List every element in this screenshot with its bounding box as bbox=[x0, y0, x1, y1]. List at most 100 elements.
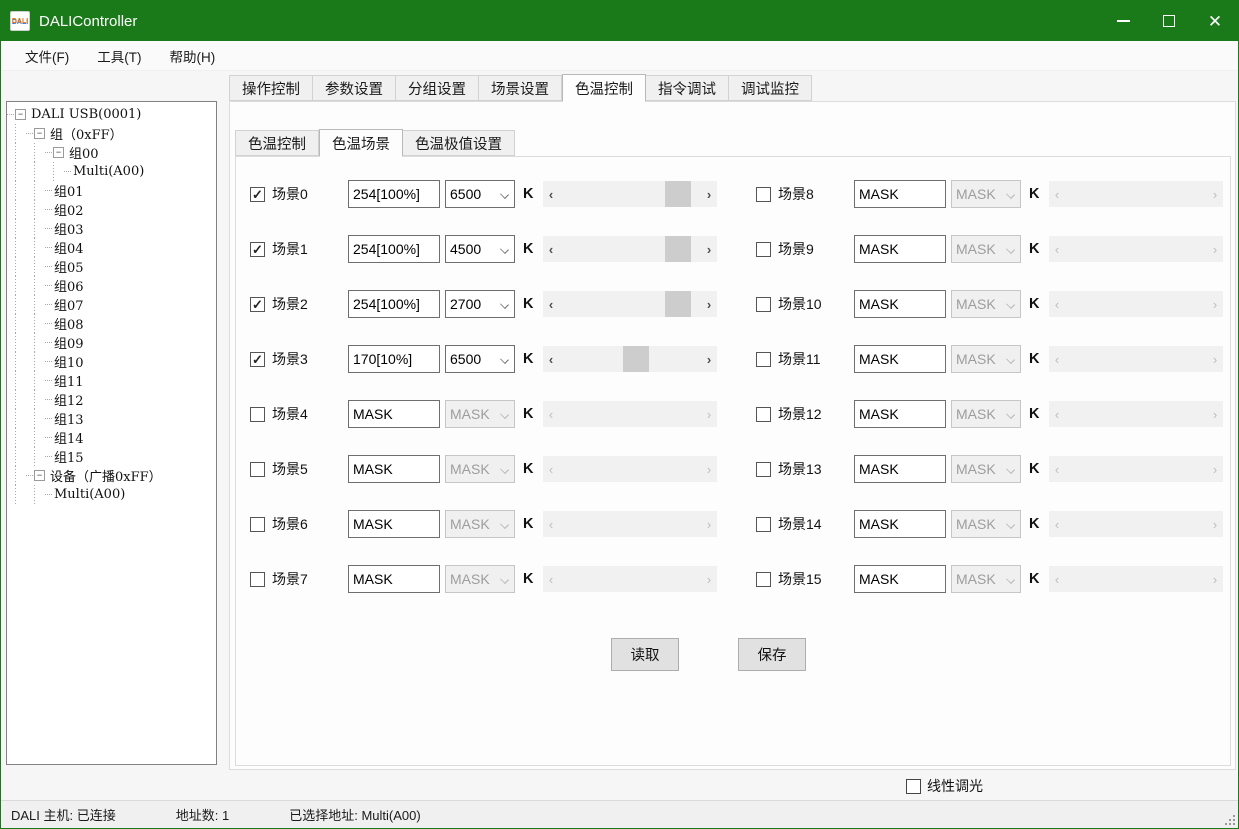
scene-checkbox[interactable] bbox=[250, 462, 265, 477]
scene-level-input[interactable] bbox=[348, 400, 440, 428]
tab-main-6[interactable]: 调试监控 bbox=[729, 75, 812, 101]
scene-temp-scrollbar[interactable]: ‹› bbox=[543, 346, 717, 372]
scene-temp-scrollbar[interactable]: ‹› bbox=[543, 181, 717, 207]
scene-temp-dropdown[interactable]: MASK bbox=[951, 455, 1021, 483]
scene-checkbox[interactable] bbox=[756, 297, 771, 312]
tree-item[interactable]: 组11 bbox=[7, 371, 216, 390]
scene-checkbox[interactable] bbox=[756, 352, 771, 367]
tree-item[interactable]: −DALI USB(0001) bbox=[7, 105, 216, 124]
scene-level-input[interactable] bbox=[854, 235, 946, 263]
maximize-button[interactable] bbox=[1146, 1, 1192, 41]
scene-temp-dropdown[interactable]: MASK bbox=[951, 235, 1021, 263]
tab-sub-2[interactable]: 色温极值设置 bbox=[403, 130, 515, 156]
scroll-right-arrow-icon[interactable]: › bbox=[701, 291, 717, 317]
tree-item[interactable]: 组04 bbox=[7, 238, 216, 257]
tab-main-5[interactable]: 指令调试 bbox=[646, 75, 729, 101]
scene-checkbox[interactable] bbox=[756, 407, 771, 422]
tree-item[interactable]: 组12 bbox=[7, 390, 216, 409]
scroll-left-arrow-icon[interactable]: ‹ bbox=[543, 181, 559, 207]
save-button[interactable]: 保存 bbox=[738, 638, 806, 671]
tree-item[interactable]: Multi(A00) bbox=[7, 162, 216, 181]
tree-expander-icon[interactable]: − bbox=[34, 128, 45, 139]
scene-checkbox[interactable] bbox=[756, 187, 771, 202]
scene-level-input[interactable] bbox=[854, 455, 946, 483]
scene-temp-dropdown[interactable]: 2700 bbox=[445, 290, 515, 318]
tree-item[interactable]: 组05 bbox=[7, 257, 216, 276]
scene-level-input[interactable] bbox=[348, 235, 440, 263]
tree-item[interactable]: −组（0xFF） bbox=[7, 124, 216, 143]
scroll-thumb[interactable] bbox=[665, 181, 691, 207]
scene-level-input[interactable] bbox=[854, 400, 946, 428]
scene-level-input[interactable] bbox=[854, 180, 946, 208]
scene-temp-dropdown[interactable]: MASK bbox=[951, 345, 1021, 373]
scene-level-input[interactable] bbox=[854, 290, 946, 318]
tab-sub-0[interactable]: 色温控制 bbox=[235, 130, 319, 156]
tree-item[interactable]: 组10 bbox=[7, 352, 216, 371]
scroll-left-arrow-icon[interactable]: ‹ bbox=[543, 291, 559, 317]
scene-temp-dropdown[interactable]: MASK bbox=[951, 290, 1021, 318]
scene-level-input[interactable] bbox=[348, 180, 440, 208]
scene-checkbox[interactable] bbox=[756, 517, 771, 532]
tree-item[interactable]: 组15 bbox=[7, 447, 216, 466]
scroll-right-arrow-icon[interactable]: › bbox=[701, 236, 717, 262]
scene-checkbox[interactable] bbox=[250, 407, 265, 422]
scene-level-input[interactable] bbox=[348, 455, 440, 483]
tree-expander-icon[interactable]: − bbox=[53, 147, 64, 158]
tree-item[interactable]: 组02 bbox=[7, 200, 216, 219]
scene-temp-scrollbar[interactable]: ‹› bbox=[543, 291, 717, 317]
tree-item[interactable]: −组00 bbox=[7, 143, 216, 162]
tree-item[interactable]: 组07 bbox=[7, 295, 216, 314]
menu-item-1[interactable]: 工具(T) bbox=[83, 41, 155, 71]
close-button[interactable]: ✕ bbox=[1192, 1, 1238, 41]
scene-temp-dropdown[interactable]: MASK bbox=[445, 400, 515, 428]
scene-checkbox[interactable]: ✓ bbox=[250, 297, 265, 312]
tree-expander-icon[interactable]: − bbox=[15, 109, 26, 120]
scene-level-input[interactable] bbox=[348, 290, 440, 318]
tree-item[interactable]: 组06 bbox=[7, 276, 216, 295]
scene-temp-dropdown[interactable]: 6500 bbox=[445, 345, 515, 373]
scroll-left-arrow-icon[interactable]: ‹ bbox=[543, 236, 559, 262]
tree-item[interactable]: 组13 bbox=[7, 409, 216, 428]
tab-main-3[interactable]: 场景设置 bbox=[479, 75, 562, 101]
scene-temp-dropdown[interactable]: 6500 bbox=[445, 180, 515, 208]
scroll-left-arrow-icon[interactable]: ‹ bbox=[543, 346, 559, 372]
scene-checkbox[interactable] bbox=[756, 242, 771, 257]
linear-dimming-checkbox[interactable] bbox=[906, 779, 921, 794]
tree-item[interactable]: 组09 bbox=[7, 333, 216, 352]
scene-level-input[interactable] bbox=[348, 510, 440, 538]
tree-item[interactable]: Multi(A00) bbox=[7, 485, 216, 504]
scene-level-input[interactable] bbox=[854, 510, 946, 538]
tab-sub-1[interactable]: 色温场景 bbox=[319, 129, 403, 157]
tab-main-1[interactable]: 参数设置 bbox=[313, 75, 396, 101]
scene-temp-dropdown[interactable]: MASK bbox=[445, 510, 515, 538]
tree-expander-icon[interactable]: − bbox=[34, 470, 45, 481]
scene-checkbox[interactable]: ✓ bbox=[250, 352, 265, 367]
scene-level-input[interactable] bbox=[854, 345, 946, 373]
scene-temp-dropdown[interactable]: MASK bbox=[445, 565, 515, 593]
scene-level-input[interactable] bbox=[348, 565, 440, 593]
scroll-right-arrow-icon[interactable]: › bbox=[701, 181, 717, 207]
menu-item-2[interactable]: 帮助(H) bbox=[156, 41, 230, 71]
scene-temp-dropdown[interactable]: MASK bbox=[445, 455, 515, 483]
tree-item[interactable]: 组03 bbox=[7, 219, 216, 238]
scene-checkbox[interactable] bbox=[756, 572, 771, 587]
scroll-thumb[interactable] bbox=[665, 236, 691, 262]
tree-item[interactable]: 组08 bbox=[7, 314, 216, 333]
scene-checkbox[interactable] bbox=[250, 517, 265, 532]
scene-level-input[interactable] bbox=[348, 345, 440, 373]
scene-temp-dropdown[interactable]: 4500 bbox=[445, 235, 515, 263]
scene-temp-dropdown[interactable]: MASK bbox=[951, 400, 1021, 428]
tab-main-2[interactable]: 分组设置 bbox=[396, 75, 479, 101]
scroll-thumb[interactable] bbox=[623, 346, 649, 372]
menu-item-0[interactable]: 文件(F) bbox=[11, 41, 83, 71]
scene-checkbox[interactable]: ✓ bbox=[250, 242, 265, 257]
scene-checkbox[interactable] bbox=[756, 462, 771, 477]
scroll-right-arrow-icon[interactable]: › bbox=[701, 346, 717, 372]
scene-level-input[interactable] bbox=[854, 565, 946, 593]
scene-temp-dropdown[interactable]: MASK bbox=[951, 565, 1021, 593]
scene-temp-scrollbar[interactable]: ‹› bbox=[543, 236, 717, 262]
tree-item[interactable]: −设备（广播0xFF） bbox=[7, 466, 216, 485]
tab-main-0[interactable]: 操作控制 bbox=[229, 75, 313, 101]
scene-temp-dropdown[interactable]: MASK bbox=[951, 180, 1021, 208]
tree-item[interactable]: 组14 bbox=[7, 428, 216, 447]
